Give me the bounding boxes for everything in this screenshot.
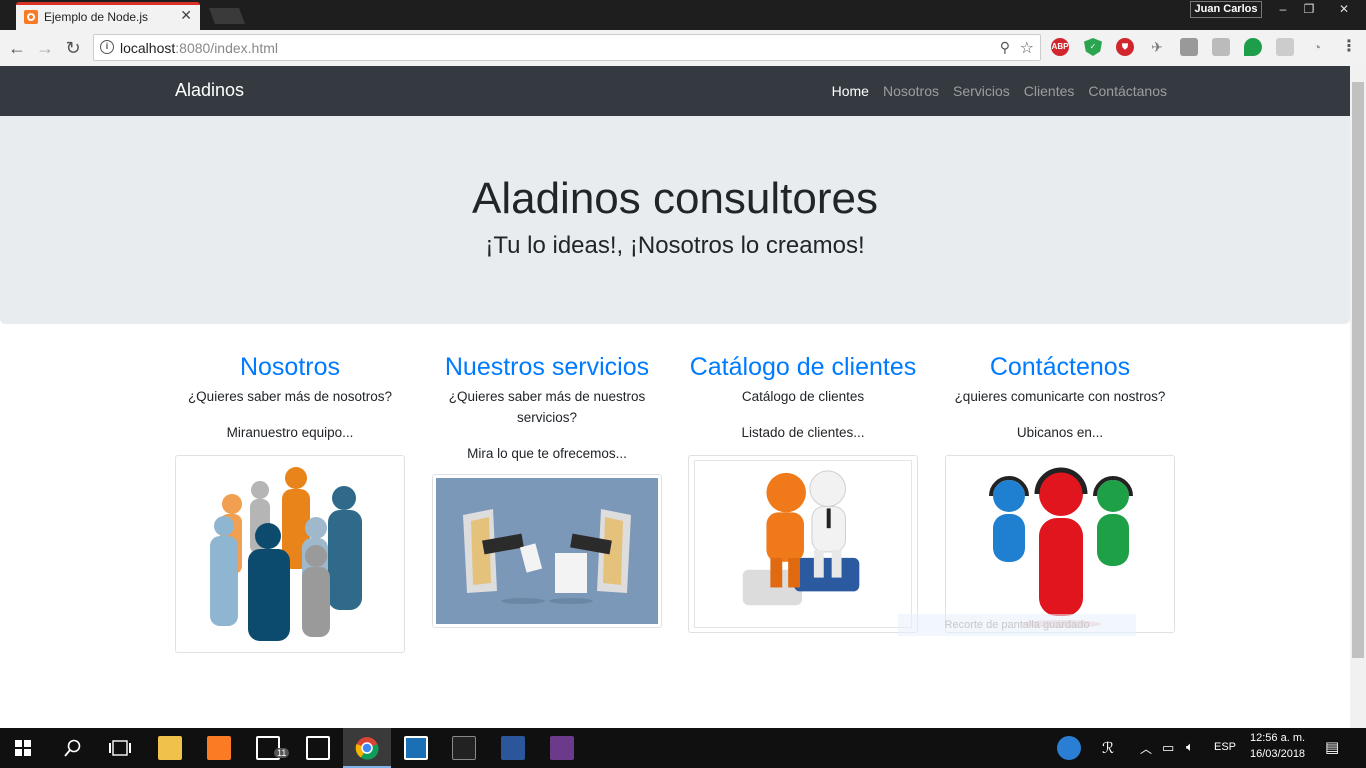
nav-link-contactanos[interactable]: Contáctanos (1088, 83, 1167, 99)
column-heading[interactable]: Nuestros servicios (432, 352, 662, 382)
puzzle-extension-icon[interactable]: ✈ (1148, 38, 1166, 56)
support-image[interactable] (945, 455, 1175, 633)
cube-extension-icon[interactable] (1276, 38, 1294, 56)
column-subtext: Mira lo que te ofrecemos... (467, 446, 627, 461)
bookmark-star-icon[interactable]: ☆ (1020, 38, 1034, 58)
headset-support-icon (989, 467, 1133, 628)
windows-start-icon[interactable] (15, 740, 31, 756)
column-heading[interactable]: Catálogo de clientes (688, 352, 918, 382)
page-scrollbar[interactable] (1350, 66, 1366, 728)
column-subtext: Ubicanos en... (1016, 425, 1104, 440)
column-clientes: Catálogo de clientes Catálogo de cliente… (688, 352, 918, 633)
terminal-icon[interactable] (452, 736, 476, 760)
minimize-icon[interactable]: – (1270, 0, 1296, 18)
language-indicator[interactable]: ESP (1214, 741, 1236, 753)
column-heading[interactable]: Nosotros (175, 352, 405, 382)
nav-link-home[interactable]: Home (832, 83, 869, 99)
new-tab-button[interactable] (209, 8, 245, 24)
clients-image[interactable] (688, 455, 918, 633)
nav-links: Home Nosotros Servicios Clientes Contáct… (832, 83, 1167, 99)
nav-link-servicios[interactable]: Servicios (953, 83, 1010, 99)
pdf-extension-icon[interactable] (1212, 38, 1230, 56)
column-subtext: Miranuestro equipo... (226, 425, 354, 440)
ublock-icon[interactable]: ⛊ (1116, 38, 1134, 56)
column-question: ¿Quieres saber más de nosotros? (187, 389, 393, 404)
url-text: localhost:8080/index.html (120, 40, 278, 56)
restore-icon[interactable]: ❐ (1296, 0, 1322, 18)
column-contacto: Contáctenos ¿quieres comunicarte con nos… (945, 352, 1175, 633)
people-icon[interactable]: ℛ (1102, 739, 1114, 757)
adblock-plus-icon[interactable]: ABP (1051, 38, 1069, 56)
windows-taskbar: 11 ℛ ︿ ▭ 🔈︎ ESP 12:56 a. m. 16/03/2018 ▤ (0, 728, 1366, 768)
extension-icon[interactable]: ◔ (1308, 38, 1326, 56)
battery-icon[interactable]: ▭ (1162, 740, 1174, 756)
task-view-icon[interactable] (109, 740, 131, 756)
xampp-favicon-icon (24, 10, 38, 24)
scrollbar-thumb[interactable] (1352, 82, 1364, 658)
close-window-icon[interactable]: ✕ (1322, 0, 1366, 18)
url-path: :8080/index.html (175, 40, 278, 56)
column-servicios: Nuestros servicios ¿Quieres saber más de… (432, 352, 662, 628)
nav-link-clientes[interactable]: Clientes (1024, 83, 1075, 99)
bag-extension-icon[interactable] (1180, 38, 1198, 56)
browser-tab[interactable]: Ejemplo de Node.js ✕ (16, 2, 200, 30)
online-shopping-icon (436, 478, 658, 624)
team-silhouettes-icon (210, 467, 362, 641)
column-heading[interactable]: Contáctenos (945, 352, 1175, 382)
team-image[interactable] (175, 455, 405, 653)
search-icon[interactable] (64, 739, 82, 757)
column-question: ¿Quieres saber más de nuestros servicios… (448, 389, 646, 425)
browser-tab-strip: Ejemplo de Node.js ✕ Juan Carlos – ❐ ✕ (0, 0, 1366, 30)
column-nosotros: Nosotros ¿Quieres saber más de nosotros?… (175, 352, 405, 653)
notifications-icon[interactable]: ▤ (1325, 738, 1339, 756)
ecommerce-image[interactable] (432, 474, 662, 628)
calendar-icon[interactable] (306, 736, 330, 760)
tab-close-icon[interactable]: ✕ (180, 7, 192, 24)
nav-link-nosotros[interactable]: Nosotros (883, 83, 939, 99)
evernote-icon[interactable] (1244, 38, 1262, 56)
winrar-icon[interactable] (550, 736, 574, 760)
hero-subtitle: ¡Tu lo ideas!, ¡Nosotros lo creamos! (485, 232, 865, 259)
navbar-brand[interactable]: Aladinos (175, 80, 244, 101)
back-icon[interactable]: ← (6, 37, 28, 59)
profile-button[interactable]: Juan Carlos (1190, 1, 1262, 18)
forward-icon[interactable]: → (34, 37, 56, 59)
editor-icon[interactable] (404, 736, 428, 760)
word-icon[interactable] (501, 736, 525, 760)
url-host: localhost (120, 40, 176, 56)
column-subtext: Listado de clientes... (741, 425, 865, 440)
clock-time[interactable]: 12:56 a. m. (1250, 732, 1305, 744)
mail-badge: 11 (274, 748, 290, 758)
volume-icon[interactable]: 🔈︎ (1186, 739, 1194, 755)
zoom-icon[interactable]: ⚲ (1000, 39, 1010, 56)
xampp-icon[interactable] (207, 736, 231, 760)
site-navbar: Aladinos Home Nosotros Servicios Cliente… (0, 66, 1350, 116)
chrome-icon (355, 737, 379, 760)
reload-icon[interactable]: ↻ (62, 37, 84, 59)
tab-title: Ejemplo de Node.js (44, 10, 149, 24)
clock-date[interactable]: 16/03/2018 (1250, 748, 1305, 760)
tray-chevron-icon[interactable]: ︿ (1140, 740, 1152, 757)
site-info-icon[interactable]: i (100, 40, 114, 54)
jumbotron: Aladinos consultores ¡Tu lo ideas!, ¡Nos… (0, 116, 1350, 324)
puzzle-handshake-icon (694, 460, 912, 628)
file-explorer-icon[interactable] (158, 736, 182, 760)
menu-dots-icon[interactable]: ⋮ (1340, 38, 1358, 56)
column-question: Catálogo de clientes (741, 389, 865, 404)
hero-title: Aladinos consultores (471, 174, 878, 223)
snip-saved-toast: Recorte de pantalla guardado (898, 614, 1136, 636)
column-question: ¿quieres comunicarte con nostros? (954, 389, 1166, 404)
help-icon[interactable] (1057, 736, 1081, 760)
address-bar[interactable]: i localhost:8080/index.html ⚲ ☆ (93, 34, 1041, 61)
